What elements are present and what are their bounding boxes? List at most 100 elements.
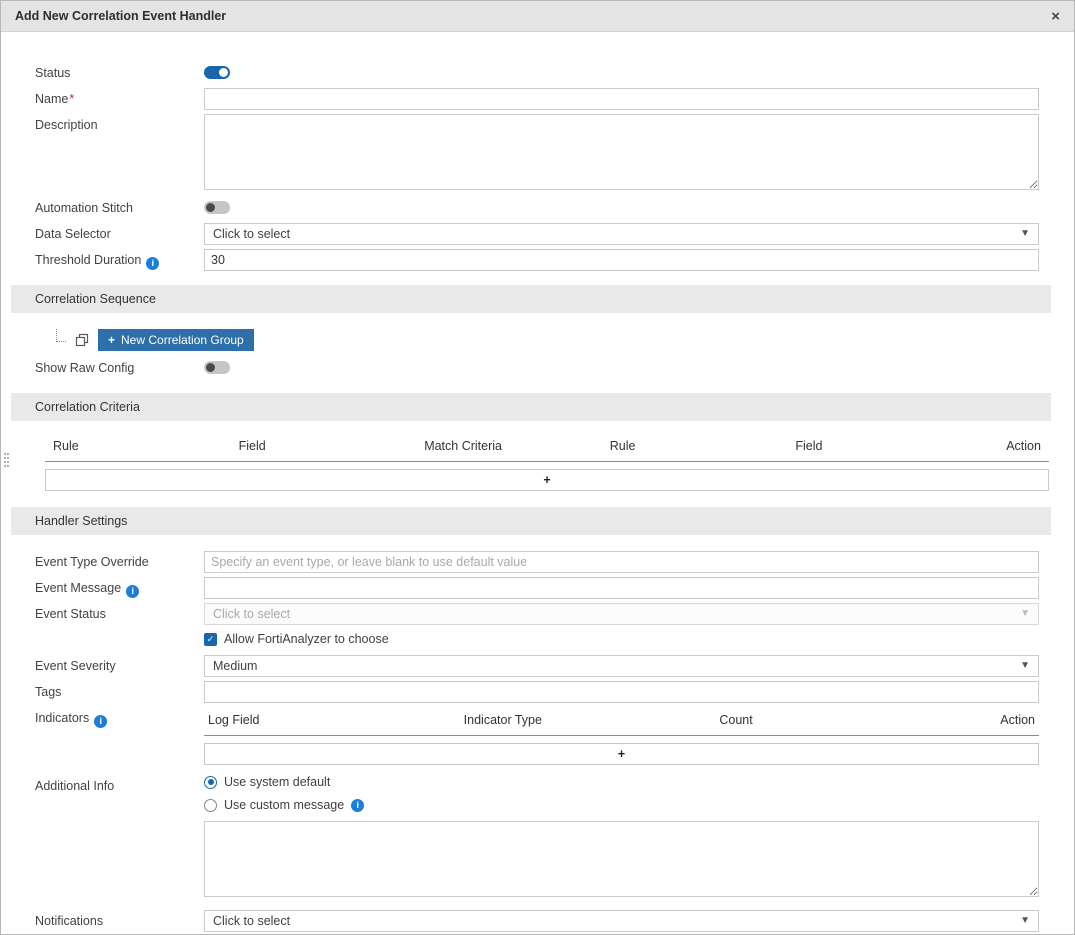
name-row: Name* [35, 88, 1039, 110]
plus-icon: + [108, 333, 115, 347]
data-selector-row: Data Selector Click to select ▼ [35, 223, 1039, 245]
plus-icon: + [543, 473, 550, 487]
show-raw-config-label: Show Raw Config [35, 357, 204, 375]
selected-value: Click to select [213, 227, 290, 241]
allow-choose-checkbox[interactable]: ✓ [204, 633, 217, 646]
description-row: Description [35, 114, 1039, 193]
event-type-override-row: Event Type Override [35, 551, 1039, 573]
info-icon[interactable]: i [126, 585, 139, 598]
status-toggle[interactable] [204, 66, 230, 79]
column-header: Log Field [208, 713, 464, 727]
column-header: Field [795, 439, 981, 453]
threshold-duration-input[interactable] [204, 249, 1039, 271]
name-input[interactable] [204, 88, 1039, 110]
info-icon[interactable]: i [351, 799, 364, 812]
event-message-input[interactable] [204, 577, 1039, 599]
tags-row: Tags [35, 681, 1039, 703]
new-correlation-group-label: New Correlation Group [121, 333, 244, 347]
allow-choose-row: ✓ Allow FortiAnalyzer to choose [35, 629, 1039, 651]
additional-info-label: Additional Info [35, 775, 204, 793]
notifications-row: Notifications Click to select ▼ [35, 910, 1039, 932]
event-type-override-label: Event Type Override [35, 551, 204, 569]
custom-message-textarea[interactable] [204, 821, 1039, 897]
name-label: Name* [35, 88, 204, 106]
description-textarea[interactable] [204, 114, 1039, 190]
close-icon[interactable]: × [1051, 9, 1060, 24]
selected-value: Medium [213, 659, 257, 673]
selected-value: Click to select [213, 607, 290, 621]
indicators-label: Indicatorsi [35, 707, 204, 728]
correlation-group-icon[interactable] [75, 333, 89, 347]
correlation-criteria-table: Rule Field Match Criteria Rule Field Act… [45, 433, 1049, 491]
general-settings-form: Status Name* Description Automation Stit… [11, 62, 1051, 271]
indicators-table: Log Field Indicator Type Count Action + [204, 707, 1039, 765]
plus-icon: + [618, 747, 625, 761]
column-header: Rule [53, 439, 239, 453]
correlation-sequence-header: Correlation Sequence [11, 285, 1051, 313]
custom-message-option[interactable]: Use custom message i [204, 798, 1039, 812]
column-header: Action [975, 713, 1035, 727]
criteria-table-header: Rule Field Match Criteria Rule Field Act… [45, 433, 1049, 462]
event-status-label: Event Status [35, 603, 204, 621]
event-severity-select[interactable]: Medium ▼ [204, 655, 1039, 677]
correlation-sequence-body: + New Correlation Group Show Raw Config [11, 329, 1051, 379]
dialog-titlebar: Add New Correlation Event Handler × [1, 1, 1074, 32]
add-criteria-row-button[interactable]: + [45, 469, 1049, 491]
column-header: Field [239, 439, 425, 453]
event-severity-label: Event Severity [35, 655, 204, 673]
info-icon[interactable]: i [146, 257, 159, 270]
check-icon: ✓ [207, 634, 215, 645]
column-header: Indicator Type [464, 713, 720, 727]
chevron-down-icon: ▼ [1020, 916, 1030, 926]
spacer [35, 629, 204, 633]
add-indicator-row-button[interactable]: + [204, 743, 1039, 765]
description-label: Description [35, 114, 204, 132]
tags-input[interactable] [204, 681, 1039, 703]
event-message-label: Event Messagei [35, 577, 204, 598]
chevron-down-icon: ▼ [1020, 229, 1030, 239]
info-icon[interactable]: i [94, 715, 107, 728]
column-header: Rule [610, 439, 796, 453]
data-selector-label: Data Selector [35, 223, 204, 241]
event-status-select: Click to select ▼ [204, 603, 1039, 625]
automation-stitch-label: Automation Stitch [35, 197, 204, 215]
status-label: Status [35, 62, 204, 80]
allow-choose-label: Allow FortiAnalyzer to choose [224, 632, 389, 646]
toggle-knob [206, 363, 215, 372]
show-raw-config-toggle[interactable] [204, 361, 230, 374]
event-message-row: Event Messagei [35, 577, 1039, 599]
automation-stitch-row: Automation Stitch [35, 197, 1039, 219]
radio-selected-icon[interactable] [204, 776, 217, 789]
column-header: Action [981, 439, 1041, 453]
tree-connector [56, 329, 66, 342]
selected-value: Click to select [213, 914, 290, 928]
custom-message-label: Use custom message [224, 798, 344, 812]
handler-settings-header: Handler Settings [11, 507, 1051, 535]
system-default-option[interactable]: Use system default [204, 775, 1039, 789]
dialog-title: Add New Correlation Event Handler [15, 9, 226, 23]
notifications-select[interactable]: Click to select ▼ [204, 910, 1039, 932]
additional-info-row: Additional Info Use system default Use c… [35, 775, 1039, 900]
event-type-override-input[interactable] [204, 551, 1039, 573]
chevron-down-icon: ▼ [1020, 609, 1030, 619]
correlation-group-tree-row: + New Correlation Group [35, 329, 1039, 351]
resize-handle[interactable] [4, 453, 6, 455]
automation-stitch-toggle[interactable] [204, 201, 230, 214]
correlation-criteria-header: Correlation Criteria [11, 393, 1051, 421]
status-row: Status [35, 62, 1039, 84]
toggle-knob [219, 68, 228, 77]
data-selector-select[interactable]: Click to select ▼ [204, 223, 1039, 245]
show-raw-config-row: Show Raw Config [35, 357, 1039, 379]
column-header: Count [719, 713, 975, 727]
event-severity-row: Event Severity Medium ▼ [35, 655, 1039, 677]
radio-unselected-icon[interactable] [204, 799, 217, 812]
handler-settings-form: Event Type Override Event Messagei Event… [11, 551, 1051, 932]
toggle-knob [206, 203, 215, 212]
add-correlation-event-handler-dialog: Add New Correlation Event Handler × Stat… [0, 0, 1075, 935]
event-status-row: Event Status Click to select ▼ [35, 603, 1039, 625]
required-mark: * [69, 92, 74, 106]
system-default-label: Use system default [224, 775, 330, 789]
tags-label: Tags [35, 681, 204, 699]
indicators-table-header: Log Field Indicator Type Count Action [204, 707, 1039, 736]
new-correlation-group-button[interactable]: + New Correlation Group [98, 329, 254, 351]
